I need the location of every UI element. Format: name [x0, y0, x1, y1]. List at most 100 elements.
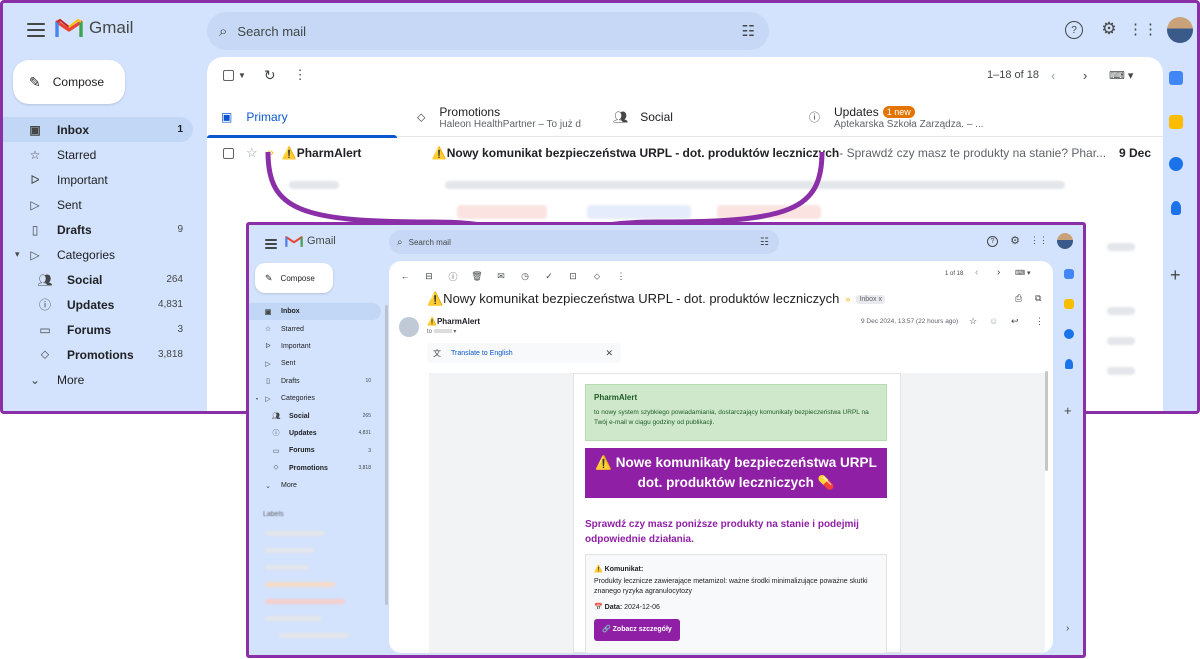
apps-grid-icon[interactable]: ⋮⋮	[1128, 19, 1158, 39]
sidebar-item-drafts[interactable]: ▯ Drafts 9	[3, 217, 193, 242]
search-options-icon[interactable]: ☷	[742, 22, 755, 40]
important-marker-icon[interactable]: »	[268, 147, 274, 159]
back-arrow-icon[interactable]: ←	[393, 271, 417, 281]
sidebar-item-categories[interactable]: ▾ ▷ Categories	[249, 390, 381, 407]
help-icon[interactable]: ?	[987, 236, 998, 247]
report-spam-icon[interactable]: ⓘ	[441, 270, 465, 283]
compose-button[interactable]: ✎ Compose	[255, 263, 333, 293]
gmail-logo[interactable]: Gmail	[55, 17, 133, 39]
sidebar-item-social[interactable]: 👥︎ Social 264	[3, 267, 193, 292]
prev-page-icon[interactable]: ‹	[975, 267, 978, 278]
move-to-icon[interactable]: ⊡	[561, 271, 585, 282]
apps-grid-icon[interactable]: ⋮⋮	[1030, 234, 1048, 246]
sidebar-item-starred[interactable]: ☆ Starred	[3, 142, 193, 167]
refresh-icon[interactable]: ↻	[264, 67, 276, 84]
prev-page-icon[interactable]: ‹	[1051, 68, 1055, 83]
search-icon[interactable]: ⌕	[219, 23, 227, 40]
emoji-reaction-icon[interactable]: ☺	[989, 316, 998, 326]
add-task-icon[interactable]: ✓	[537, 271, 561, 282]
tab-promotions[interactable]: ⬦ Promotions Haleon HealthPartner – To j…	[397, 97, 593, 137]
tasks-icon[interactable]	[1064, 329, 1074, 339]
more-actions-icon[interactable]: ⋮	[1035, 316, 1044, 327]
search-input[interactable]: Search mail	[237, 24, 306, 39]
sidebar-item-promotions[interactable]: ⬦ Promotions 3,818	[3, 342, 193, 367]
sidebar-scrollbar[interactable]	[385, 305, 388, 605]
sender-avatar[interactable]	[399, 317, 419, 337]
sidebar-item-important[interactable]: ᐅ Important	[3, 167, 193, 192]
tab-social[interactable]: 👥︎ Social	[593, 97, 789, 137]
delete-icon[interactable]: 🗑︎	[465, 271, 489, 282]
row-checkbox[interactable]	[223, 147, 234, 159]
inbox-label-chip[interactable]: Inbox x	[856, 294, 885, 304]
archive-icon[interactable]: ⊟	[417, 271, 441, 282]
select-dropdown-icon[interactable]: ▼	[238, 71, 246, 80]
importance-marker-icon[interactable]: »	[845, 294, 850, 304]
calendar-icon[interactable]	[1064, 269, 1074, 279]
sidebar-item-social[interactable]: 👥︎ Social 265	[249, 407, 381, 424]
tab-primary[interactable]: ▣ Primary	[207, 97, 397, 138]
email-row[interactable]: ☆ » ⚠️PharmAlert ⚠️Nowy komunikat bezpie…	[207, 139, 1163, 167]
sidebar-item-sent[interactable]: ▷ Sent	[249, 355, 381, 372]
sidebar-item-categories[interactable]: ▾ ▷ Categories	[3, 242, 193, 267]
sender-name[interactable]: ⚠️PharmAlert	[427, 317, 480, 326]
help-icon[interactable]: ?	[1065, 21, 1083, 39]
settings-gear-icon[interactable]: ⚙	[1009, 234, 1021, 247]
add-addon-icon[interactable]: +	[1170, 265, 1181, 286]
expand-caret-icon[interactable]: ▾	[256, 396, 258, 401]
sidebar-item-inbox[interactable]: ▣ Inbox 1	[3, 117, 193, 142]
sidebar-item-more[interactable]: ⌄ More	[249, 477, 381, 494]
gmail-logo[interactable]: Gmail	[285, 234, 336, 248]
contacts-icon[interactable]	[1065, 359, 1073, 369]
sidebar-item-drafts[interactable]: ▯ Drafts 10	[249, 373, 381, 390]
select-all-checkbox[interactable]	[223, 69, 234, 81]
mark-unread-icon[interactable]: ✉	[489, 271, 513, 282]
keep-icon[interactable]	[1169, 115, 1183, 129]
tab-updates[interactable]: ⓘ Updates 1 new Aptekarska Szkoła Zarząd…	[789, 97, 1089, 137]
close-translate-icon[interactable]: ✕	[605, 348, 613, 359]
main-menu-icon[interactable]	[265, 239, 277, 249]
print-icon[interactable]: ⎙	[1015, 293, 1022, 304]
sidebar-item-important[interactable]: ᐅ Important	[249, 338, 381, 355]
sidebar-item-forums[interactable]: ▭ Forums 3	[3, 317, 193, 342]
star-icon[interactable]: ☆	[969, 316, 977, 327]
search-bar[interactable]: ⌕ Search mail ☷	[207, 12, 769, 50]
sidebar-item-inbox[interactable]: ▣ Inbox	[249, 303, 381, 321]
more-options-icon[interactable]: ⋮	[294, 67, 307, 83]
sidebar-item-updates[interactable]: ⓘ Updates 4,831	[249, 425, 381, 442]
sidebar-item-promotions[interactable]: ⬦ Promotions 3,818	[249, 460, 381, 477]
tasks-icon[interactable]	[1169, 157, 1183, 171]
see-details-button[interactable]: 🔗 Zobacz szczegóły	[594, 619, 680, 641]
expand-caret-icon[interactable]: ▾	[15, 249, 20, 260]
compose-button[interactable]: ✎ Compose	[13, 60, 125, 104]
open-new-window-icon[interactable]: ⧉	[1035, 293, 1041, 304]
search-bar[interactable]: ⌕ Search mail ☷	[389, 230, 779, 254]
settings-gear-icon[interactable]: ⚙	[1099, 19, 1119, 39]
input-tools-icon[interactable]: ⌨ ▾	[1109, 69, 1133, 82]
sidebar-item-updates[interactable]: ⓘ Updates 4,831	[3, 292, 193, 317]
account-avatar[interactable]	[1167, 17, 1193, 43]
email-scrollbar[interactable]	[1045, 371, 1048, 471]
add-addon-icon[interactable]: +	[1064, 403, 1072, 418]
sidebar-item-sent[interactable]: ▷ Sent	[3, 192, 193, 217]
main-menu-icon[interactable]	[27, 23, 45, 37]
calendar-icon[interactable]	[1169, 71, 1183, 85]
search-options-icon[interactable]: ☷	[760, 237, 769, 248]
sidebar-item-forums[interactable]: ▭ Forums 3	[249, 442, 381, 459]
recipient-line[interactable]: to ▾	[427, 328, 480, 335]
star-icon[interactable]: ☆	[246, 145, 258, 161]
sidebar-item-starred[interactable]: ☆ Starred	[249, 320, 381, 337]
translate-link[interactable]: Translate to English	[451, 350, 513, 357]
label-icon[interactable]: ⬦	[585, 271, 609, 282]
input-tools-icon[interactable]: ⌨ ▾	[1015, 269, 1031, 277]
account-avatar[interactable]	[1057, 233, 1073, 249]
sidebar-item-more[interactable]: ⌄ More	[3, 367, 193, 392]
keep-icon[interactable]	[1064, 299, 1074, 309]
show-side-panel-icon[interactable]: ›	[1066, 623, 1069, 634]
search-icon[interactable]: ⌕	[397, 237, 403, 248]
next-page-icon[interactable]: ›	[1083, 68, 1087, 83]
next-page-icon[interactable]: ›	[997, 267, 1000, 278]
more-options-icon[interactable]: ⋮	[609, 271, 633, 282]
snooze-icon[interactable]: ◷	[513, 271, 537, 282]
search-input[interactable]: Search mail	[409, 238, 451, 247]
contacts-icon[interactable]	[1171, 201, 1181, 215]
